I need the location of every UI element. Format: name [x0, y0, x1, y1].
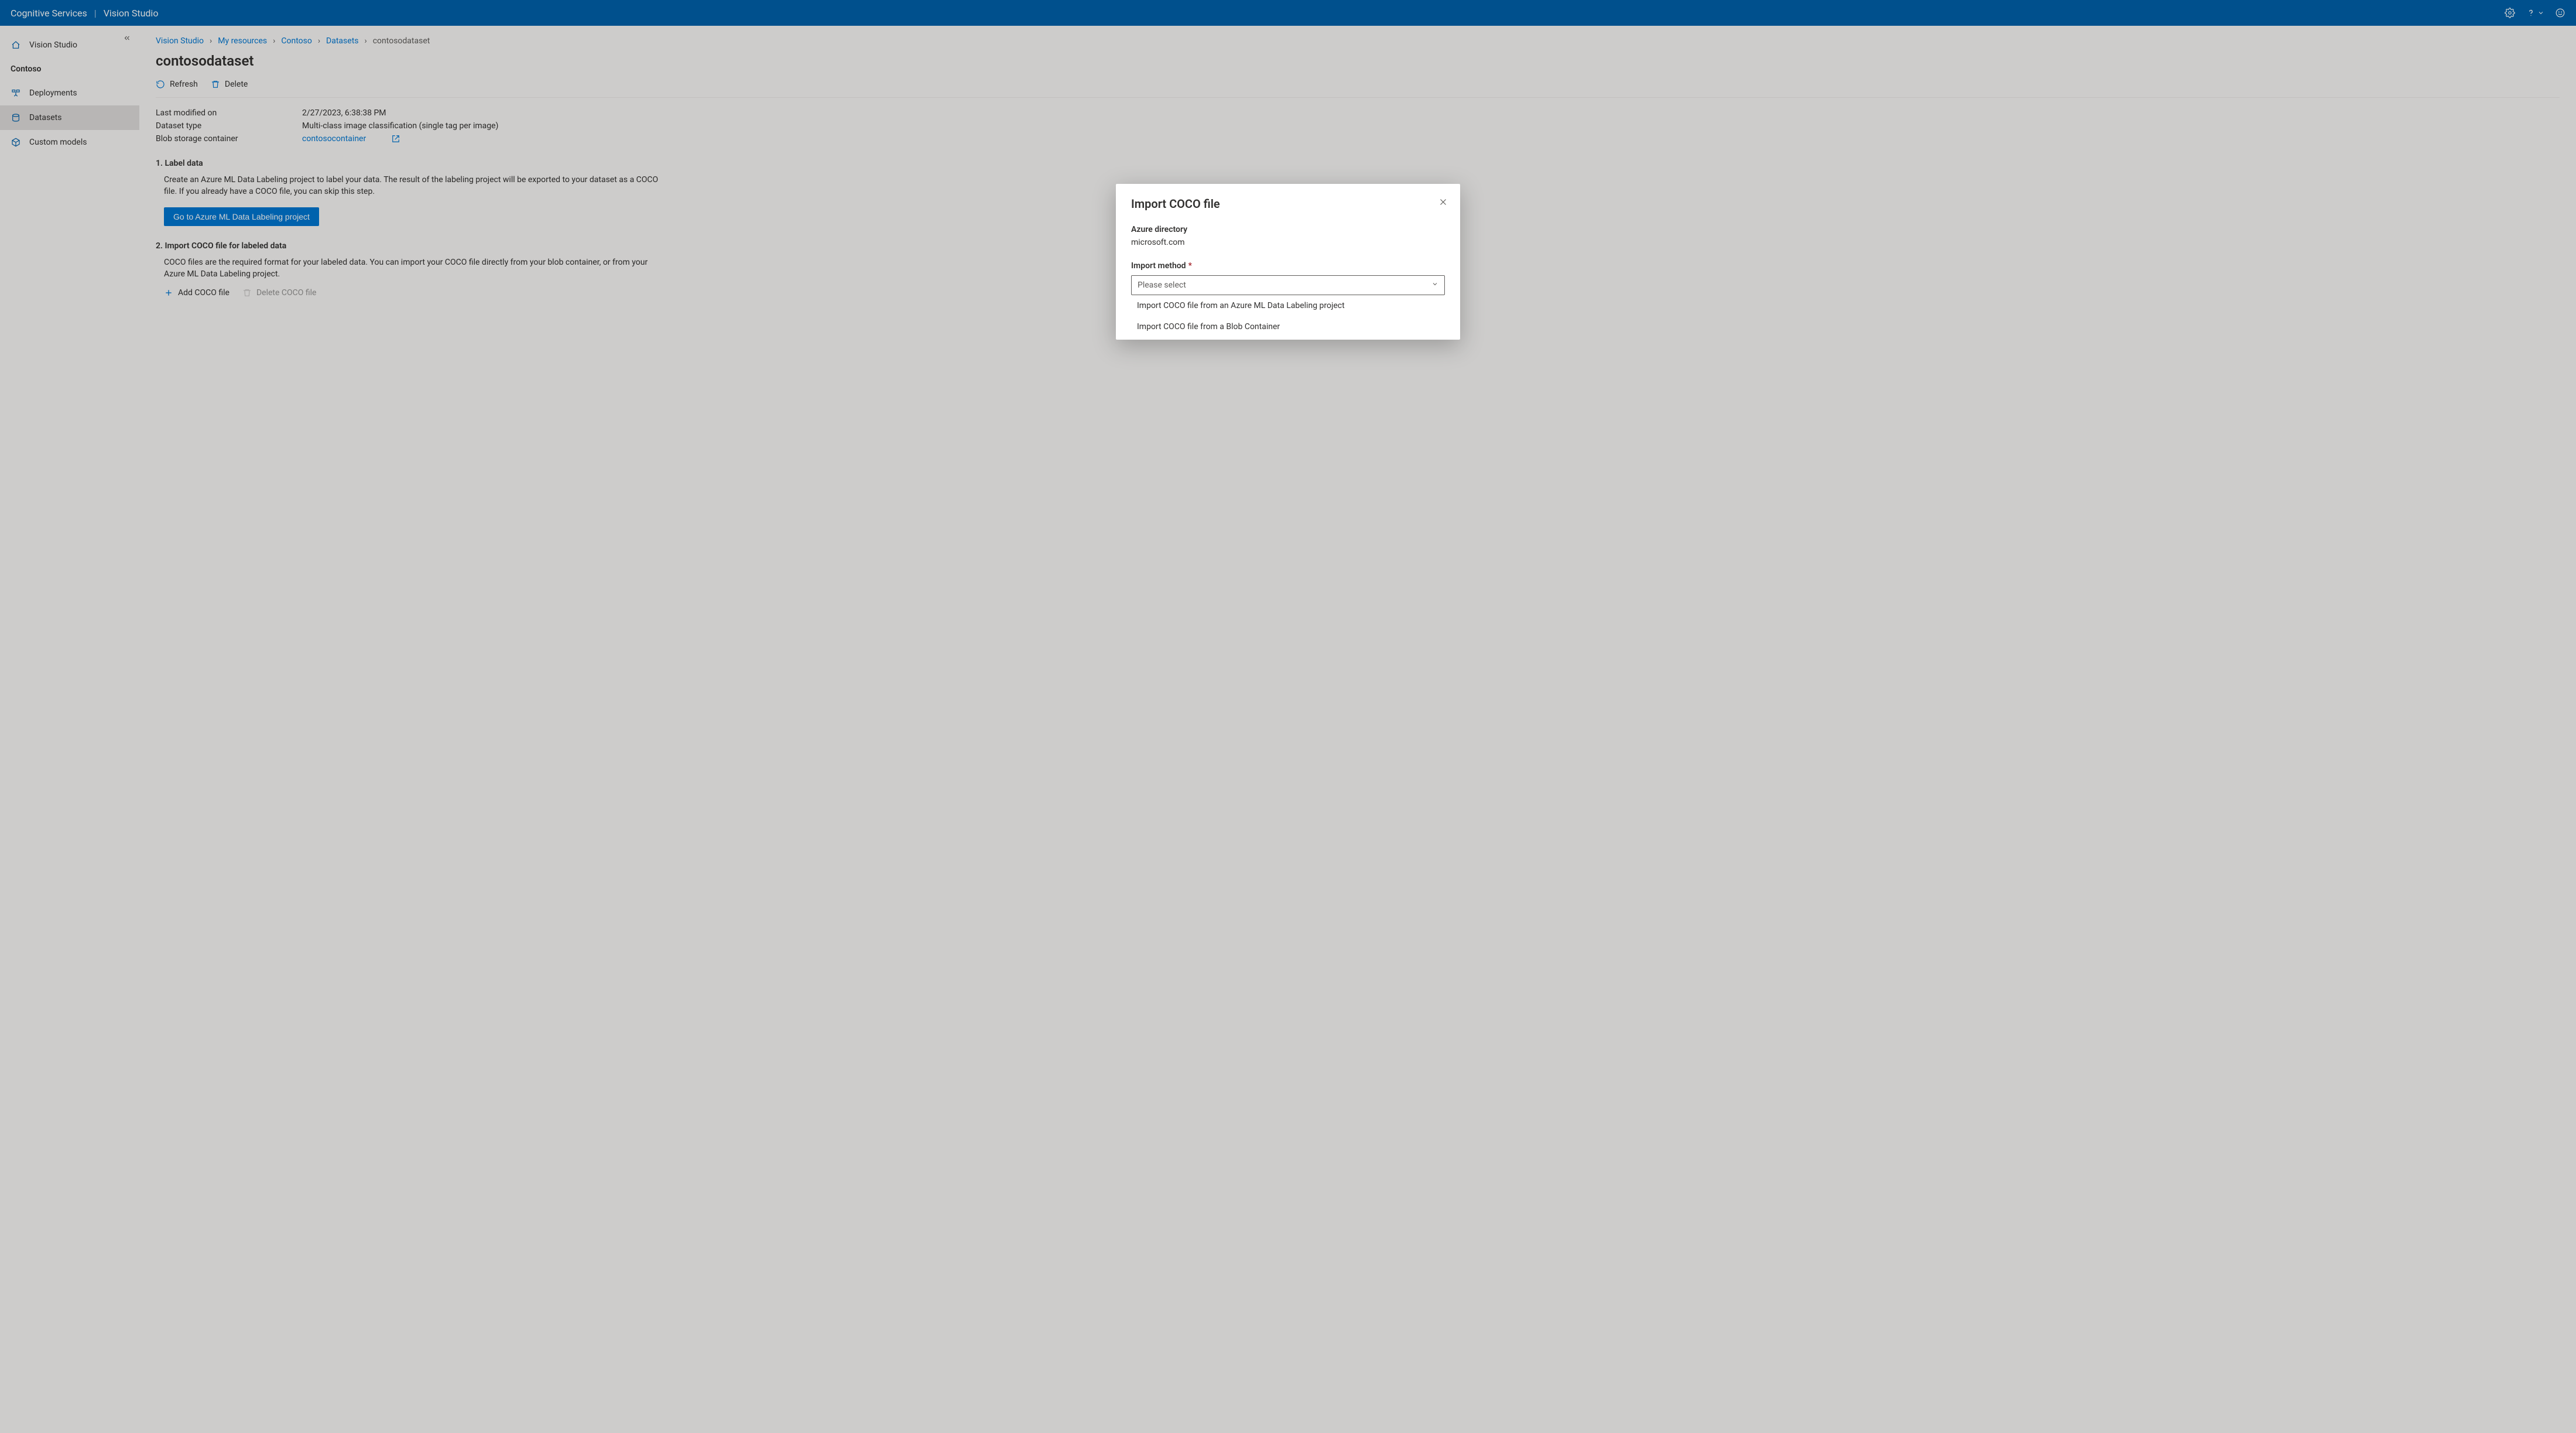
import-coco-modal: Import COCO file Azure directory microso… [1116, 184, 1460, 340]
select-placeholder: Please select [1138, 281, 1186, 290]
modal-title: Import COCO file [1131, 197, 1445, 211]
import-method-select[interactable]: Please select [1131, 275, 1445, 295]
close-icon[interactable] [1438, 197, 1448, 207]
import-option-blob[interactable]: Import COCO file from a Blob Container [1131, 316, 1445, 337]
required-asterisk: * [1188, 261, 1192, 271]
azure-directory-label: Azure directory [1131, 225, 1445, 234]
modal-overlay[interactable]: Import COCO file Azure directory microso… [0, 0, 2576, 1433]
azure-directory-value: microsoft.com [1131, 238, 1445, 247]
import-option-azure-ml[interactable]: Import COCO file from an Azure ML Data L… [1131, 295, 1445, 316]
import-method-label: Import method* [1131, 261, 1445, 271]
chevron-down-icon [1431, 281, 1438, 290]
import-method-options: Import COCO file from an Azure ML Data L… [1131, 295, 1445, 337]
import-method-label-text: Import method [1131, 261, 1186, 271]
